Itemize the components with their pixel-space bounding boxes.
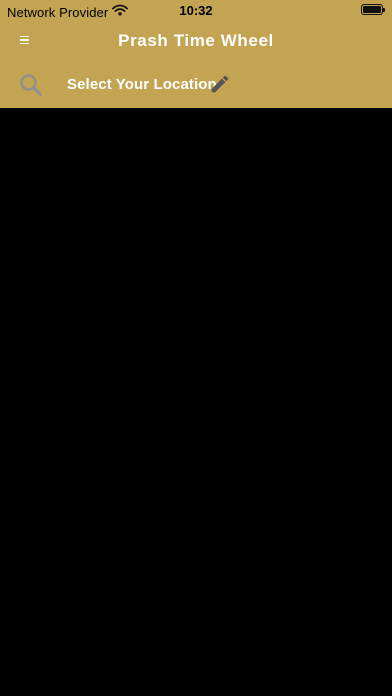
app-screen: Network Provider 10:32 Prash Time Wheel xyxy=(0,0,392,696)
search-icon[interactable] xyxy=(19,73,43,97)
navigation-bar: Prash Time Wheel xyxy=(0,22,392,60)
pencil-icon[interactable] xyxy=(209,73,231,95)
battery-icon xyxy=(361,4,385,15)
location-row: Select Your Location xyxy=(0,62,392,106)
app-title: Prash Time Wheel xyxy=(118,31,274,50)
select-location-label[interactable]: Select Your Location xyxy=(67,76,217,93)
content-area xyxy=(0,108,392,696)
status-bar: Network Provider 10:32 xyxy=(0,0,392,22)
status-time: 10:32 xyxy=(179,3,213,18)
